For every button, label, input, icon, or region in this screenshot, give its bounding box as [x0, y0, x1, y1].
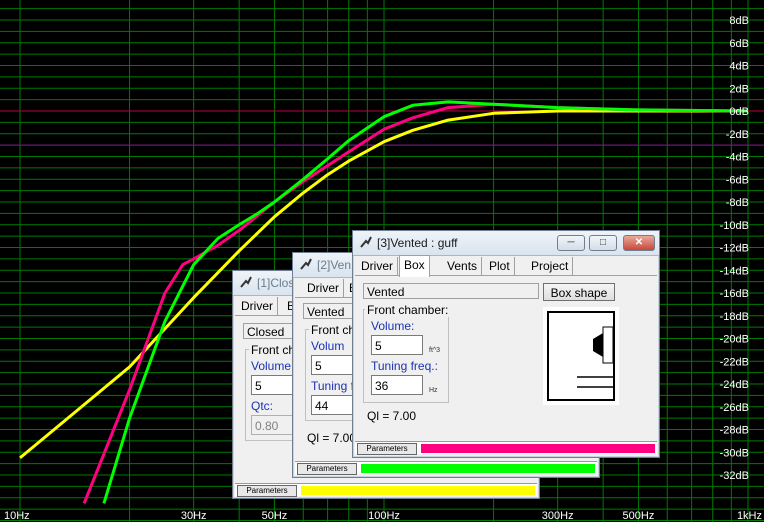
qtc-label: Qtc:	[251, 399, 274, 413]
x-tick-label: 500Hz	[623, 510, 655, 522]
minimize-icon: ─	[567, 237, 575, 248]
volume-label: Volum	[311, 339, 345, 353]
x-tick-label: 1kHz	[737, 510, 762, 522]
tuning-freq-unit: Hz	[429, 387, 438, 394]
window-title: [1]Clos	[257, 276, 295, 290]
tab-vents[interactable]: Vents	[443, 257, 483, 275]
y-tick-label: 0dB	[729, 106, 749, 118]
y-tick-label: -32dB	[720, 470, 749, 482]
tab-driver[interactable]: Driver	[237, 297, 278, 315]
y-tick-label: 8dB	[729, 15, 749, 27]
y-tick-label: -12dB	[720, 243, 749, 255]
y-tick-label: -28dB	[720, 425, 749, 437]
x-tick-label: 50Hz	[262, 510, 288, 522]
tab-box[interactable]: Box	[399, 255, 430, 277]
close-button[interactable]: ✕	[623, 235, 655, 251]
y-tick-label: -16dB	[720, 288, 749, 300]
x-tick-label: 30Hz	[181, 510, 207, 522]
reference-lines	[0, 110, 764, 146]
y-tick-label: -24dB	[720, 379, 749, 391]
window-title: [2]Ven	[317, 258, 352, 272]
y-tick-label: -14dB	[720, 265, 749, 277]
minimize-button[interactable]: ─	[557, 235, 585, 251]
y-tick-label: 2dB	[729, 83, 749, 95]
tuning-freq-input[interactable]: 36	[371, 375, 423, 395]
enclosure-type-field[interactable]: Vented	[303, 303, 353, 319]
qtc-input[interactable]: 0.80	[251, 415, 295, 435]
ql-value: Ql = 7.00	[307, 431, 357, 445]
ql-value: Ql = 7.00	[367, 409, 417, 423]
enclosure-type-field[interactable]: Vented	[363, 283, 539, 299]
volume-label: Volume:	[251, 359, 295, 373]
curve-color-bar	[361, 464, 595, 473]
tab-project[interactable]: Project	[527, 257, 574, 275]
y-tick-label: -8dB	[726, 197, 749, 209]
volume-unit: ft^3	[429, 347, 441, 354]
y-tick-label: -10dB	[720, 220, 749, 232]
x-tick-label: 10Hz	[4, 510, 30, 522]
front-chamber-label: Front chamber:	[365, 303, 451, 317]
y-tick-label: -4dB	[726, 152, 749, 164]
x-tick-label: 300Hz	[542, 510, 574, 522]
x-tick-label: 100Hz	[368, 510, 400, 522]
parameters-tab[interactable]: Parameters	[237, 485, 297, 497]
curve-color-bar	[301, 486, 535, 495]
status-bar: Parameters	[235, 483, 537, 497]
volume-input[interactable]: 5	[371, 335, 423, 355]
title-bar[interactable]: [3]Vented : guff ─ □ ✕	[353, 231, 659, 256]
parameters-tab[interactable]: Parameters	[357, 443, 417, 455]
tab-driver[interactable]: Driver	[357, 257, 398, 275]
y-axis-tick-labels: 8dB 6dB 4dB 2dB 0dB -2dB -4dB -6dB -8dB -10dB -12d…	[720, 15, 749, 482]
y-tick-label: -26dB	[720, 402, 749, 414]
status-bar: Parameters	[295, 461, 597, 475]
maximize-button[interactable]: □	[589, 235, 617, 251]
close-icon: ✕	[634, 237, 644, 248]
tuning-freq-label: Tuning fr	[311, 379, 358, 393]
window-title: [3]Vented : guff	[377, 236, 458, 250]
y-tick-label: -22dB	[720, 356, 749, 368]
tab-driver[interactable]: Driver	[303, 279, 344, 297]
volume-label: Volume:	[371, 319, 415, 333]
speaker-app-icon	[300, 258, 312, 270]
box-shape-button[interactable]: Box shape	[543, 283, 615, 301]
curve-color-bar	[421, 444, 655, 453]
tuning-freq-label: Tuning freq.:	[371, 359, 438, 373]
y-tick-label: 6dB	[729, 38, 749, 50]
maximize-icon: □	[599, 237, 607, 248]
y-tick-label: -6dB	[726, 174, 749, 186]
tuning-freq-input[interactable]: 44	[311, 395, 353, 415]
speaker-app-icon	[240, 276, 252, 288]
y-tick-label: -18dB	[720, 311, 749, 323]
tab-strip: Driver Box Vents Plot Project	[355, 255, 657, 277]
y-tick-label: -2dB	[726, 129, 749, 141]
volume-input[interactable]: 5	[311, 355, 353, 375]
box-shape-diagram	[543, 307, 619, 405]
tab-plot[interactable]: Plot	[485, 257, 515, 275]
speaker-app-icon	[360, 236, 372, 248]
vented-box-window-3[interactable]: [3]Vented : guff ─ □ ✕ Driver Box Vents …	[352, 230, 660, 458]
parameters-tab[interactable]: Parameters	[297, 463, 357, 475]
y-tick-label: 4dB	[729, 61, 749, 73]
y-tick-label: -30dB	[720, 447, 749, 459]
status-bar: Parameters	[355, 441, 657, 455]
y-tick-label: -20dB	[720, 334, 749, 346]
volume-input[interactable]: 5	[251, 375, 295, 395]
